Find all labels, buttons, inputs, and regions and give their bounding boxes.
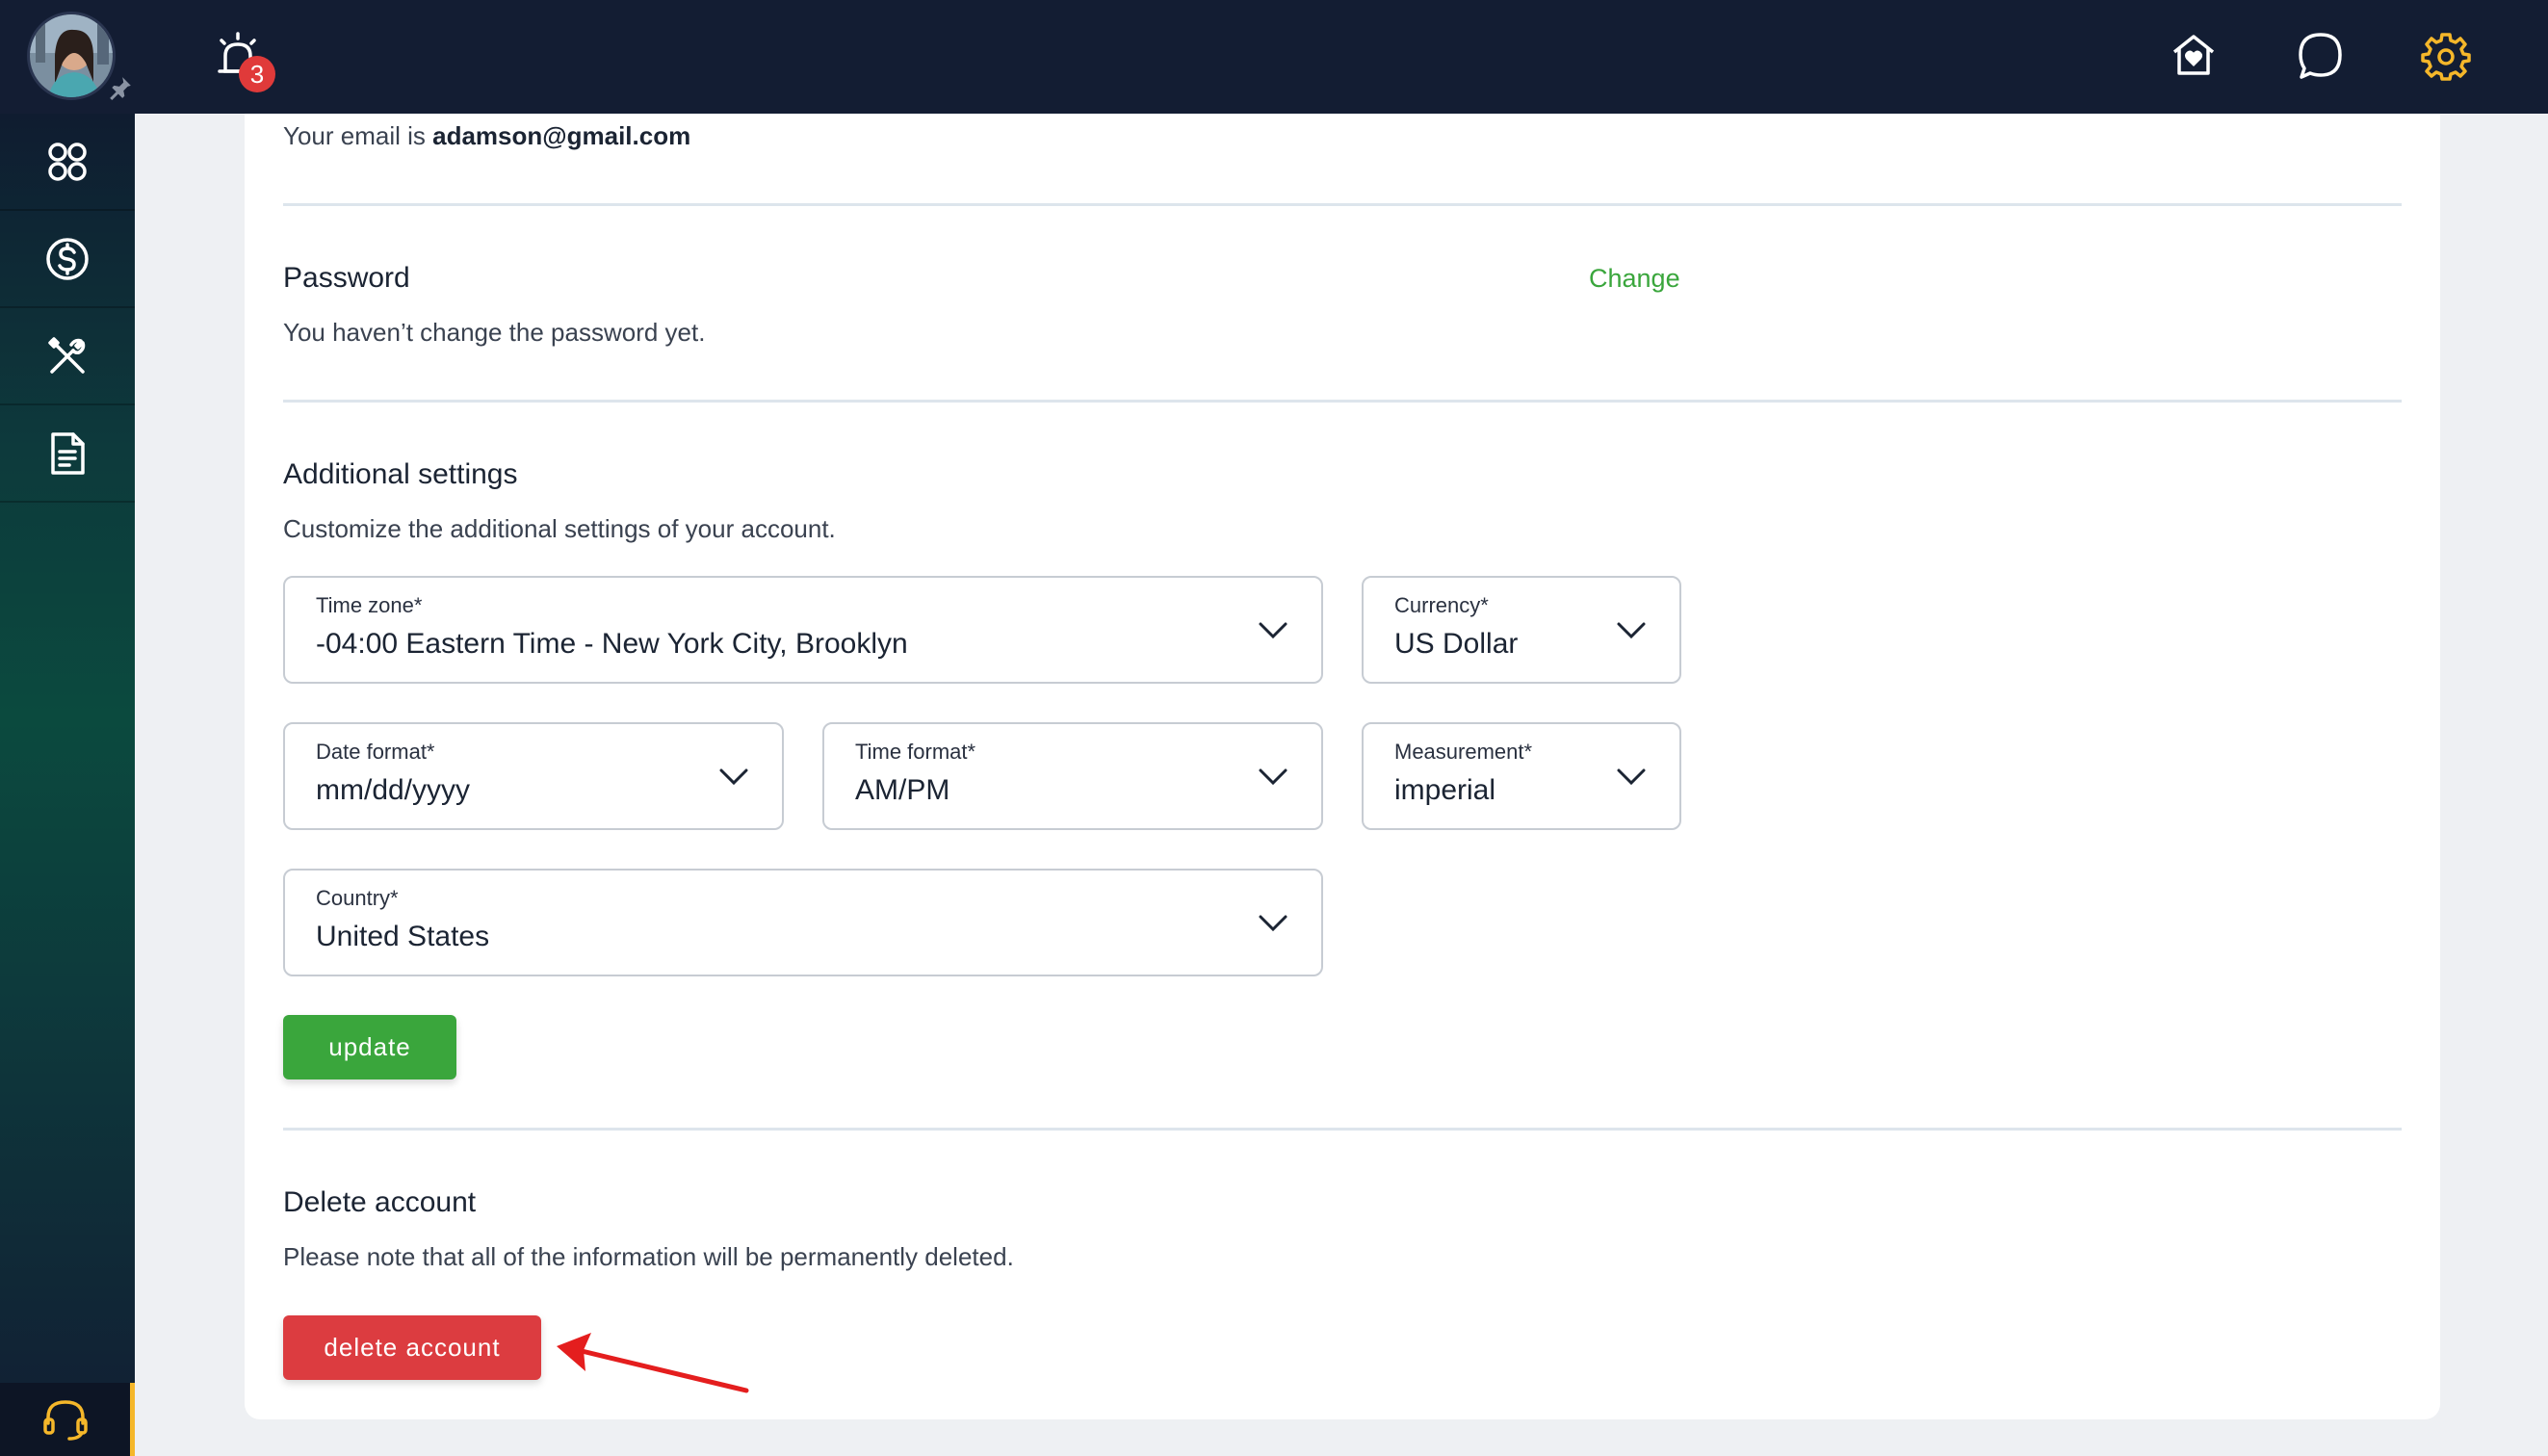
sidebar-item-apps[interactable] (0, 114, 135, 211)
notification-badge: 3 (239, 56, 275, 92)
annotation-arrow-icon (557, 1333, 749, 1393)
date-format-value: mm/dd/yyyy (316, 774, 471, 806)
pin-icon[interactable] (108, 75, 133, 100)
sidebar-item-billing[interactable] (0, 211, 135, 308)
additional-settings-title: Additional settings (283, 458, 518, 490)
change-password-link[interactable]: Change (1589, 264, 1680, 294)
divider (283, 400, 2402, 403)
currency-select[interactable]: Currency* US Dollar (1362, 576, 1681, 684)
divider (283, 203, 2402, 206)
password-title: Password (283, 262, 410, 294)
top-bar: 3 (0, 0, 2548, 114)
additional-settings-description: Customize the additional settings of you… (283, 514, 836, 543)
divider (283, 1128, 2402, 1131)
delete-account-title: Delete account (283, 1186, 477, 1218)
password-description: You haven’t change the password yet. (283, 318, 706, 347)
date-format-label: Date format* (316, 740, 435, 764)
sidebar-item-documents[interactable] (0, 405, 135, 503)
chevron-down-icon (1259, 622, 1287, 639)
timezone-value: -04:00 Eastern Time - New York City, Bro… (316, 628, 908, 660)
timezone-select[interactable]: Time zone* -04:00 Eastern Time - New Yor… (283, 576, 1323, 684)
chevron-down-icon (719, 768, 748, 786)
support-button[interactable] (0, 1383, 135, 1456)
dollar-icon (46, 237, 89, 280)
chat-icon[interactable] (2294, 29, 2348, 83)
delete-account-description: Please note that all of the information … (283, 1242, 1014, 1271)
chevron-down-icon (1259, 768, 1287, 786)
measurement-label: Measurement* (1394, 740, 1533, 764)
email-prefix: Your email is (283, 121, 433, 150)
time-format-label: Time format* (855, 740, 976, 764)
tools-icon (48, 336, 86, 374)
country-select[interactable]: Country* United States (283, 869, 1323, 976)
home-heart-icon[interactable] (2167, 29, 2221, 83)
avatar[interactable] (27, 12, 116, 100)
gear-icon[interactable] (2419, 29, 2473, 83)
measurement-value: imperial (1394, 774, 1496, 806)
apps-icon (48, 142, 87, 181)
document-icon (51, 431, 85, 475)
country-value: United States (316, 921, 490, 952)
country-label: Country* (316, 886, 399, 910)
update-button[interactable]: update (283, 1015, 456, 1079)
chevron-down-icon (1617, 768, 1646, 786)
sidebar (0, 114, 135, 1456)
chevron-down-icon (1617, 622, 1646, 639)
chevron-down-icon (1259, 915, 1287, 932)
currency-label: Currency* (1394, 593, 1489, 617)
time-format-value: AM/PM (855, 774, 950, 806)
headset-icon (42, 1400, 88, 1441)
measurement-select[interactable]: Measurement* imperial (1362, 722, 1681, 830)
delete-account-button[interactable]: delete account (283, 1315, 541, 1380)
time-format-select[interactable]: Time format* AM/PM (822, 722, 1323, 830)
currency-value: US Dollar (1394, 628, 1519, 660)
timezone-label: Time zone* (316, 593, 423, 617)
sidebar-item-tools[interactable] (0, 308, 135, 405)
email-line: Your email is adamson@gmail.com (283, 121, 690, 151)
date-format-select[interactable]: Date format* mm/dd/yyyy (283, 722, 784, 830)
email-address: adamson@gmail.com (432, 121, 691, 150)
